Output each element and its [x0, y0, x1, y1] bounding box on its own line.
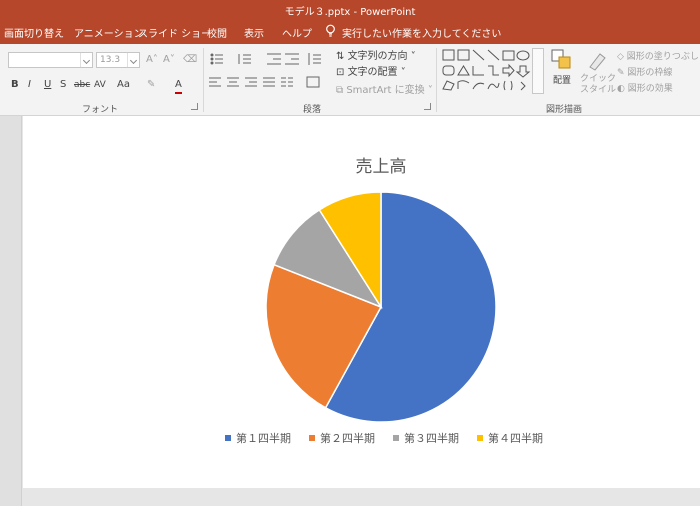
scribble-icon: [487, 82, 500, 90]
align-left-icon: [209, 77, 221, 87]
tab-animations[interactable]: アニメーション: [74, 25, 144, 40]
chevron-down-icon[interactable]: [80, 53, 92, 67]
vertical-text-box-icon: [457, 49, 470, 61]
quick-styles-button[interactable]: クイック スタイル: [580, 74, 616, 96]
change-case-button[interactable]: Aa: [117, 78, 130, 92]
text-box-icon: [442, 49, 455, 61]
char-spacing-button[interactable]: AV: [94, 78, 106, 92]
strikethrough-button[interactable]: abc: [74, 78, 90, 92]
font-size-value: 13.3: [100, 55, 121, 65]
smartart-button[interactable]: ⧉ SmartArt に変換 ˅: [336, 84, 433, 98]
arrange-icon[interactable]: [551, 49, 573, 71]
align-text-label: 文字の配置: [347, 67, 398, 78]
legend-label-2[interactable]: 第２四半期: [320, 431, 375, 445]
font-dialog-launcher[interactable]: [191, 103, 198, 110]
legend-label-1[interactable]: 第１四半期: [236, 431, 291, 445]
italic-button[interactable]: I: [28, 78, 31, 92]
bullets-icon: [210, 53, 223, 65]
triangle-icon: [457, 65, 470, 76]
title-bar: モデル３.pptx - PowerPoint: [0, 0, 700, 18]
right-arrow-icon: [502, 63, 515, 78]
text-direction-label: 文字列の方向: [347, 51, 408, 62]
tab-slideshow[interactable]: スライド ショー: [138, 25, 211, 40]
drawing-group-label: 図形描画: [546, 105, 583, 115]
ribbon: 13.3 A˄ A˅ ⌫ B I U S abc AV Aa ✎ A フォント: [0, 44, 700, 116]
elbow-connector-icon: [472, 66, 484, 76]
shape-fill-button[interactable]: ◇ 図形の塗りつぶし: [617, 50, 699, 64]
shape-gallery[interactable]: [441, 48, 531, 94]
oval-icon: [516, 50, 530, 61]
chevron-down-icon[interactable]: [127, 53, 139, 67]
window-title: モデル３.pptx - PowerPoint: [284, 7, 416, 18]
tab-transitions[interactable]: 画面切り替え: [4, 25, 64, 40]
decrease-indent-icon: [267, 53, 281, 65]
grow-font-icon[interactable]: A˄: [146, 53, 158, 67]
lightbulb-icon[interactable]: [325, 24, 336, 38]
align-text-button[interactable]: ⊡ 文字の配置 ˅: [336, 66, 406, 80]
align-center-icon: [227, 77, 239, 87]
font-group-label: フォント: [82, 105, 119, 115]
arrow-line-icon: [487, 49, 500, 61]
shape-gallery-scroll[interactable]: [532, 48, 544, 94]
ribbon-tab-bar: 画面切り替え アニメーション スライド ショー 校閲 表示 ヘルプ 実行したい作…: [0, 18, 700, 44]
legend-swatch-4: [477, 435, 483, 441]
underline-button[interactable]: U: [44, 78, 51, 92]
line-spacing-icon: [308, 53, 321, 65]
shape-effects-label: 図形の効果: [627, 84, 673, 94]
line-icon: [472, 49, 485, 61]
paragraph-dialog-launcher[interactable]: [424, 103, 431, 110]
editing-workspace: 売上高 第１四半期 第２四半期 第３四半期 第４四半期: [0, 116, 700, 506]
bold-button[interactable]: B: [11, 78, 19, 92]
numbering-icon: [238, 54, 251, 64]
freeform-icon: [442, 80, 455, 91]
left-brace-icon: [503, 80, 506, 91]
paragraph-controls: [209, 53, 321, 88]
font-name-combo[interactable]: [8, 52, 93, 68]
tell-me-search[interactable]: 実行したい作業を入力してください: [342, 25, 501, 40]
shape-outline-button[interactable]: ✎ 図形の枠線: [617, 66, 672, 80]
down-arrow-icon: [515, 65, 531, 78]
chart-title[interactable]: 売上高: [356, 157, 407, 177]
clear-format-icon[interactable]: ⌫: [183, 53, 197, 67]
columns-icon: [281, 77, 293, 87]
justify-icon: [263, 77, 275, 87]
column-layout-icon: [306, 76, 320, 88]
arrange-button[interactable]: 配置: [553, 74, 571, 88]
thumbnail-pane[interactable]: [0, 116, 22, 506]
pie-chart[interactable]: 売上高 第１四半期 第２四半期 第３四半期 第４四半期: [23, 116, 700, 488]
shrink-font-icon[interactable]: A˅: [163, 53, 175, 67]
paragraph-group-label: 段落: [303, 105, 322, 115]
align-right-icon: [245, 77, 257, 87]
smartart-label: SmartArt に変換: [346, 85, 425, 96]
rounded-rect-icon: [442, 65, 455, 76]
right-brace-icon: [510, 80, 513, 91]
slide-canvas[interactable]: 売上高 第１四半期 第２四半期 第３四半期 第４四半期: [23, 116, 700, 488]
legend-swatch-2: [309, 435, 315, 441]
legend-swatch-1: [225, 435, 231, 441]
group-separator: [203, 48, 204, 112]
elbow-arrow-icon: [488, 65, 499, 76]
star-icon: [520, 81, 526, 91]
legend-label-3[interactable]: 第３四半期: [404, 431, 459, 445]
legend-label-4[interactable]: 第４四半期: [488, 431, 543, 445]
rectangle-icon: [502, 50, 515, 61]
increase-indent-icon: [285, 53, 299, 65]
group-separator: [436, 48, 437, 112]
font-size-combo[interactable]: 13.3: [96, 52, 140, 68]
font-color-icon[interactable]: A: [175, 78, 182, 94]
tab-help[interactable]: ヘルプ: [282, 25, 312, 40]
shape-effects-button[interactable]: ◐ 図形の効果: [617, 82, 673, 96]
quick-styles-icon[interactable]: [587, 50, 609, 72]
shape-fill-label: 図形の塗りつぶし: [626, 52, 699, 62]
tab-review[interactable]: 校閲: [207, 25, 227, 40]
highlight-icon[interactable]: ✎: [147, 78, 155, 92]
tab-view[interactable]: 表示: [244, 25, 264, 40]
curve-icon: [457, 80, 470, 89]
legend-swatch-3: [393, 435, 399, 441]
shadow-button[interactable]: S: [60, 78, 66, 92]
text-direction-button[interactable]: ⇅ 文字列の方向 ˅: [336, 50, 416, 64]
arc-icon: [472, 82, 485, 90]
shape-outline-label: 図形の枠線: [627, 68, 673, 78]
